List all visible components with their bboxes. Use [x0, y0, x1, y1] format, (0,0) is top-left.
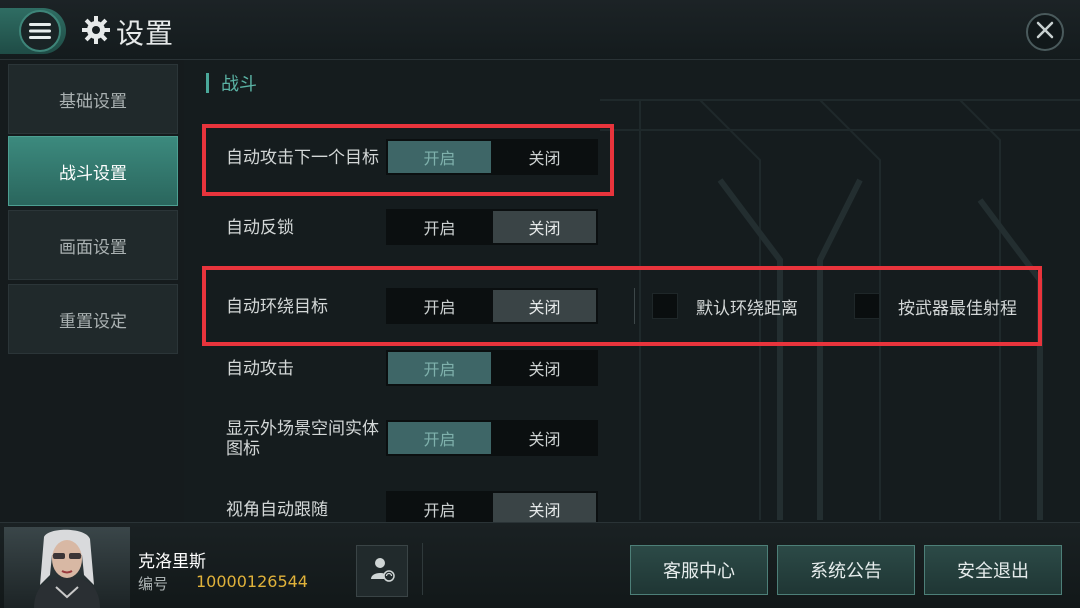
checkbox[interactable]	[854, 293, 880, 319]
footer-divider	[422, 543, 423, 595]
toggle-off-option[interactable]: 关闭	[493, 141, 596, 173]
toggle-on-option[interactable]: 开启	[388, 141, 491, 173]
sidebar-item-display-settings[interactable]: 画面设置	[8, 210, 178, 280]
setting-label-show-space-entity-icons: 显示外场景空间实体 图标	[226, 419, 379, 459]
toggle-on-option[interactable]: 开启	[388, 493, 491, 522]
setting-label-camera-follow: 视角自动跟随	[226, 500, 328, 520]
settings-sidebar: 基础设置 战斗设置 画面设置 重置设定	[0, 60, 184, 522]
section-header: 战斗	[206, 70, 257, 96]
toggle-on-option[interactable]: 开启	[388, 290, 491, 322]
sidebar-item-basic-settings[interactable]: 基础设置	[8, 64, 178, 134]
page-title: 设置	[116, 17, 175, 50]
sidebar-item-combat-settings[interactable]: 战斗设置	[8, 136, 178, 206]
toggle-off-option[interactable]: 关闭	[493, 290, 596, 322]
customer-service-button[interactable]: 客服中心	[630, 545, 768, 595]
system-announcement-button[interactable]: 系统公告	[777, 545, 915, 595]
orbit-option-default-distance[interactable]: 默认环绕距离	[652, 293, 798, 319]
toggle-auto-attack: 开启 关闭	[386, 350, 598, 386]
toggle-auto-unlock: 开启 关闭	[386, 209, 598, 245]
page-title-group: 设置	[80, 12, 174, 52]
toggle-on-option[interactable]: 开启	[388, 422, 491, 454]
switch-user-icon	[368, 555, 396, 587]
setting-label-auto-attack: 自动攻击	[226, 359, 294, 379]
player-id-label: 编号	[138, 575, 169, 593]
player-name: 克洛里斯	[138, 552, 206, 572]
avatar[interactable]	[4, 527, 130, 608]
section-title: 战斗	[221, 74, 257, 95]
close-button[interactable]	[1026, 13, 1064, 51]
player-id: 10000126544	[196, 572, 308, 591]
section-marker	[206, 73, 209, 93]
player-footer: 克洛里斯 编号 10000126544 客服中心 系统公告 安全退出	[0, 522, 1080, 608]
settings-content: 战斗 自动攻击下一个目标 开启 关闭 自动反锁 开启 关闭 自动环绕目标 开启 …	[186, 60, 1080, 522]
close-icon	[1036, 21, 1054, 43]
toggle-camera-follow: 开启 关闭	[386, 491, 598, 522]
safe-logout-button[interactable]: 安全退出	[924, 545, 1062, 595]
toggle-auto-orbit: 开启 关闭	[386, 288, 598, 324]
setting-label-line2: 图标	[226, 439, 260, 459]
orbit-option-weapon-range[interactable]: 按武器最佳射程	[854, 293, 1017, 319]
checkbox[interactable]	[652, 293, 678, 319]
setting-label-auto-unlock: 自动反锁	[226, 218, 294, 238]
setting-label-auto-attack-next: 自动攻击下一个目标	[226, 148, 379, 168]
menu-button[interactable]	[0, 8, 66, 54]
setting-label-line1: 显示外场景空间实体	[226, 419, 379, 439]
sidebar-item-label: 重置设定	[59, 311, 127, 332]
toggle-on-option[interactable]: 开启	[388, 352, 491, 384]
toggle-off-option[interactable]: 关闭	[493, 493, 596, 522]
checkbox-label: 默认环绕距离	[696, 298, 798, 319]
sidebar-item-label: 画面设置	[59, 237, 127, 258]
toggle-auto-attack-next: 开启 关闭	[386, 139, 598, 175]
gear-icon	[80, 14, 112, 50]
hamburger-icon	[19, 10, 61, 52]
toggle-on-option[interactable]: 开启	[388, 211, 491, 243]
sidebar-item-label: 战斗设置	[59, 163, 127, 184]
orbit-options-divider	[634, 288, 635, 324]
checkbox-label: 按武器最佳射程	[898, 298, 1017, 319]
toggle-off-option[interactable]: 关闭	[493, 211, 596, 243]
toggle-off-option[interactable]: 关闭	[493, 352, 596, 384]
top-bar: 设置	[0, 0, 1080, 60]
sidebar-item-reset-settings[interactable]: 重置设定	[8, 284, 178, 354]
switch-account-button[interactable]	[356, 545, 408, 597]
sidebar-item-label: 基础设置	[59, 91, 127, 112]
toggle-off-option[interactable]: 关闭	[493, 422, 596, 454]
setting-label-auto-orbit: 自动环绕目标	[226, 297, 328, 317]
toggle-show-space-entity-icons: 开启 关闭	[386, 420, 598, 456]
